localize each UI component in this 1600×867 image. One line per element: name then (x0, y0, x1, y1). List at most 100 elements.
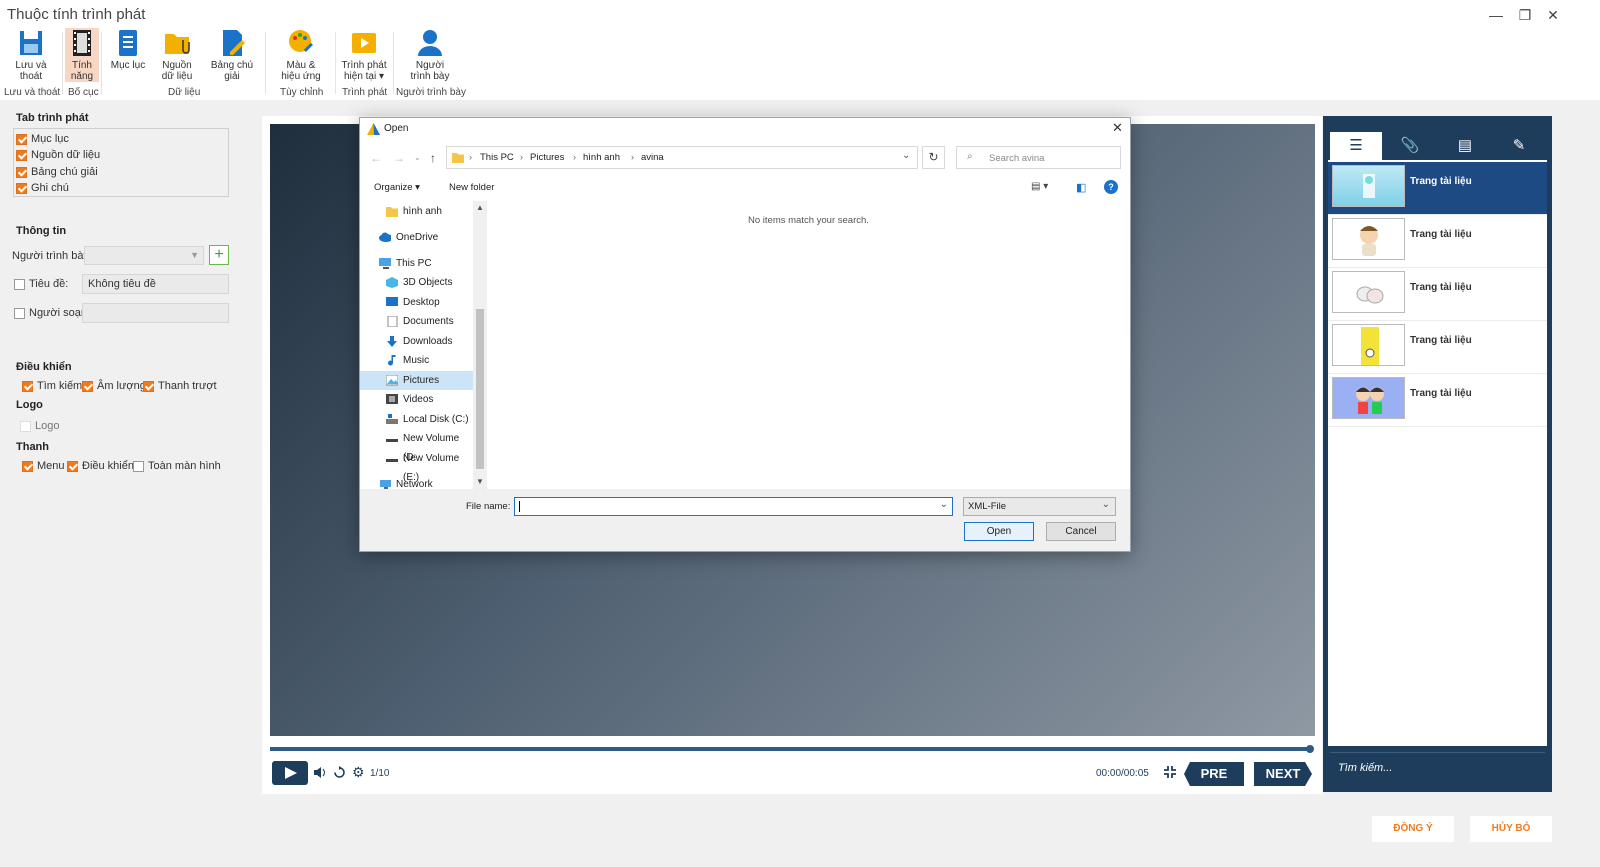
search-control-checkbox[interactable]: Tìm kiếm (22, 380, 82, 392)
checkbox[interactable] (16, 149, 27, 161)
title-input[interactable]: Không tiêu đề (82, 274, 229, 294)
recent-dropdown-icon[interactable]: ⌄ (414, 153, 421, 162)
tab-glossary[interactable]: ▤ (1439, 132, 1491, 160)
author-checkbox[interactable]: Người soạn: (14, 307, 90, 319)
restore-button[interactable]: ❐ (1513, 6, 1537, 24)
file-name-input[interactable]: ⌄ (514, 497, 953, 516)
sidebar-search-input[interactable]: Tìm kiếm... (1330, 752, 1545, 784)
nav-item-volume-e[interactable]: New Volume (E:) (360, 449, 474, 483)
tab-menu[interactable]: ☰ (1330, 132, 1382, 160)
logo-checkbox[interactable]: Logo (20, 420, 59, 432)
prev-button[interactable]: PRE (1184, 762, 1244, 786)
features-button[interactable]: Tính năng (65, 28, 99, 82)
list-item[interactable]: Trang tài liệu (1328, 374, 1547, 427)
tab-data-source-checkbox[interactable]: Nguồn dữ liệu (16, 149, 100, 161)
scroll-up-icon[interactable]: ▲ (476, 203, 484, 212)
next-button[interactable]: NEXT (1254, 762, 1312, 786)
color-effects-button[interactable]: Màu & hiệu ứng (279, 28, 323, 82)
nav-item-onedrive[interactable]: OneDrive (360, 228, 474, 247)
add-presenter-button[interactable]: + (209, 245, 229, 265)
tab-notes-checkbox[interactable]: Ghi chú (16, 182, 69, 194)
nav-item-volume-d[interactable]: New Volume (D: (360, 429, 474, 463)
checkbox[interactable] (16, 166, 27, 178)
nav-item-this-pc[interactable]: This PC (360, 254, 474, 273)
nav-item-documents[interactable]: Documents (360, 312, 474, 331)
progress-bar[interactable] (270, 747, 1312, 751)
scroll-down-icon[interactable]: ▼ (476, 477, 484, 486)
help-button[interactable]: ? (1104, 180, 1118, 194)
slider-control-checkbox[interactable]: Thanh trượt (143, 380, 217, 392)
tab-notes[interactable]: ✎ (1493, 132, 1545, 160)
volume-control-checkbox[interactable]: Âm lượng (82, 380, 146, 392)
checkbox[interactable] (22, 380, 33, 392)
collapse-icon[interactable] (1163, 765, 1177, 782)
progress-handle[interactable] (1306, 745, 1314, 753)
list-item[interactable]: Trang tài liệu (1328, 215, 1547, 268)
up-arrow-icon[interactable]: ↑ (430, 151, 436, 165)
nav-item-videos[interactable]: Videos (360, 390, 474, 409)
tab-glossary-checkbox[interactable]: Bảng chú giải (16, 166, 98, 178)
ok-button[interactable]: ĐỒNG Ý (1372, 816, 1454, 842)
presenter-button[interactable]: Người trình bày (408, 28, 452, 82)
current-player-button[interactable]: Trình phát hiện tại ▾ (339, 28, 389, 82)
view-options-icon[interactable]: ▤ ▾ (1031, 181, 1048, 192)
toc-button[interactable]: Mục lục (106, 28, 150, 71)
glossary-button[interactable]: Bảng chú giải (210, 28, 254, 82)
play-button[interactable] (272, 761, 308, 785)
checkbox[interactable] (14, 307, 25, 319)
forward-arrow-icon[interactable]: → (393, 151, 405, 165)
scroll-thumb[interactable] (476, 309, 484, 469)
breadcrumb-item[interactable]: This PC (480, 152, 514, 163)
volume-icon[interactable] (313, 766, 327, 782)
fullscreen-checkbox[interactable]: Toàn màn hình (133, 460, 221, 472)
dialog-cancel-button[interactable]: Cancel (1046, 522, 1116, 541)
back-arrow-icon[interactable]: ← (370, 151, 382, 165)
open-button[interactable]: Open (964, 522, 1034, 541)
tab-toc-checkbox[interactable]: Mục lục (16, 133, 69, 145)
list-item[interactable]: Trang tài liệu (1328, 268, 1547, 321)
nav-scrollbar[interactable]: ▲ ▼ (473, 201, 487, 489)
breadcrumb-item[interactable]: hình anh (583, 152, 620, 163)
checkbox[interactable] (143, 380, 154, 392)
checkbox[interactable] (16, 133, 27, 145)
file-type-select[interactable]: XML-File ⌄ (963, 497, 1116, 516)
save-exit-button[interactable]: Lưu và thoát (9, 28, 53, 82)
dialog-close-button[interactable]: ✕ (1112, 120, 1123, 136)
new-folder-button[interactable]: New folder (449, 182, 494, 193)
chevron-down-icon[interactable]: ⌄ (940, 499, 948, 510)
data-source-button[interactable]: Nguồn dữ liệu (155, 28, 199, 82)
nav-item-3d-objects[interactable]: 3D Objects (360, 273, 474, 292)
title-checkbox[interactable]: Tiêu đề: (14, 278, 68, 290)
checkbox[interactable] (14, 278, 25, 290)
preview-pane-icon[interactable]: ◧ (1076, 181, 1086, 194)
author-input[interactable] (82, 303, 229, 323)
nav-item-music[interactable]: Music (360, 351, 474, 370)
tab-attachments[interactable]: 📎 (1384, 132, 1436, 160)
replay-icon[interactable] (333, 766, 346, 782)
nav-item-local-disk-c[interactable]: Local Disk (C:) (360, 410, 474, 429)
refresh-button[interactable]: ↻ (922, 146, 945, 169)
nav-item-hinh-anh[interactable]: hình anh (360, 202, 474, 221)
gear-icon[interactable]: ⚙ (352, 764, 365, 781)
checkbox[interactable] (22, 460, 33, 472)
close-button[interactable]: ✕ (1541, 6, 1565, 24)
checkbox[interactable] (20, 420, 31, 432)
nav-item-pictures[interactable]: Pictures (360, 371, 474, 390)
presenter-select[interactable]: ▼ (84, 246, 204, 265)
breadcrumb-item[interactable]: Pictures (530, 152, 564, 163)
menu-bar-checkbox[interactable]: Menu (22, 460, 65, 472)
checkbox[interactable] (16, 182, 27, 194)
cancel-button[interactable]: HỦY BỎ (1470, 816, 1552, 842)
dialog-search-input[interactable]: ⌕ Search avina (956, 146, 1121, 169)
nav-item-desktop[interactable]: Desktop (360, 293, 474, 312)
checkbox[interactable] (82, 380, 93, 392)
checkbox[interactable] (133, 460, 144, 472)
control-bar-checkbox[interactable]: Điều khiển (67, 460, 134, 472)
list-item[interactable]: Trang tài liệu (1328, 162, 1547, 215)
nav-item-downloads[interactable]: Downloads (360, 332, 474, 351)
chevron-down-icon[interactable]: ⌄ (902, 150, 910, 161)
list-item[interactable]: Trang tài liệu (1328, 321, 1547, 374)
minimize-button[interactable]: — (1484, 6, 1508, 24)
nav-item-network[interactable]: Network (360, 475, 474, 489)
breadcrumb-item[interactable]: avina (641, 152, 664, 163)
